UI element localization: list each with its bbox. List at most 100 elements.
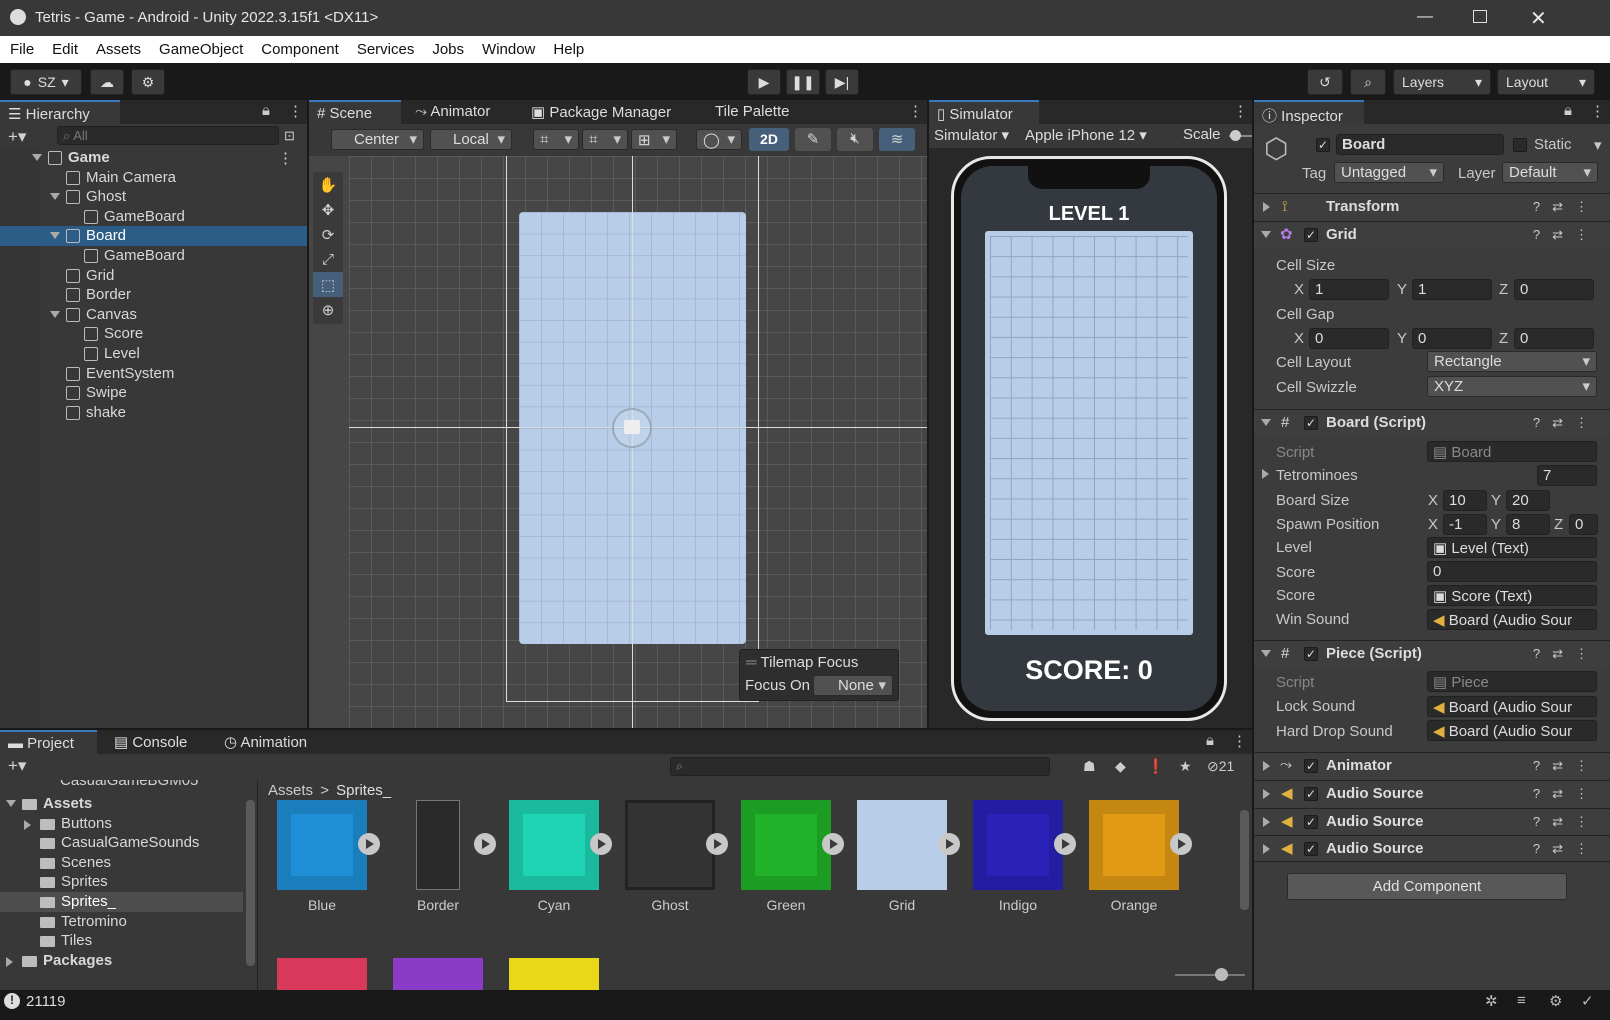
component-icons[interactable]: ?⇄⋮ [1533, 227, 1600, 243]
transform-component-header[interactable]: ⟟ Transform ?⇄⋮ [1254, 193, 1610, 220]
device-dropdown[interactable]: Apple iPhone 12 ▾ [1025, 126, 1147, 144]
tetrominoes-label[interactable]: Tetrominoes [1276, 467, 1358, 484]
menu-jobs[interactable]: Jobs [422, 36, 472, 58]
layers-dropdown[interactable]: Layers ▾ [1393, 69, 1491, 95]
animator-component-header[interactable]: ⤳ ✓ Animator ?⇄⋮ [1254, 752, 1610, 779]
account-button[interactable]: ● SZ ▾ [10, 69, 82, 95]
project-folder-item[interactable]: Packages [0, 951, 243, 971]
spawn-x-field[interactable]: -1 [1443, 514, 1487, 535]
cell-size-z-field[interactable]: 0 [1514, 279, 1594, 300]
hierarchy-item[interactable]: shake [0, 403, 307, 423]
piece-script-header[interactable]: # ✓ Piece (Script) ?⇄⋮ [1254, 640, 1610, 667]
board-size-x-field[interactable]: 10 [1443, 490, 1487, 511]
tab-package-manager[interactable]: ▣ Package Manager [523, 100, 679, 124]
project-search-input[interactable]: ⌕ [670, 757, 1050, 776]
scene-search-icon[interactable]: ⊡ [284, 128, 295, 144]
cell-gap-y-field[interactable]: 0 [1412, 328, 1492, 349]
level-object-field[interactable]: ▣ Level (Text) [1427, 537, 1597, 558]
grid-component-header[interactable]: ✿ ✓ Grid ?⇄⋮ [1254, 221, 1610, 248]
hierarchy-item[interactable]: Ghost [0, 187, 307, 207]
audio-source-3-checkbox[interactable]: ✓ [1304, 842, 1318, 856]
menu-services[interactable]: Services [347, 36, 423, 58]
device-screen[interactable]: LEVEL 1 SCORE: 0 [961, 166, 1217, 711]
scale-tool-icon[interactable]: ⤢ [313, 247, 343, 272]
effects-toggle[interactable]: ≋ [879, 128, 915, 151]
simulator-mode-dropdown[interactable]: Simulator ▾ [934, 126, 1009, 144]
scale-slider-thumb[interactable] [1230, 130, 1241, 141]
minimize-icon[interactable]: — [1417, 8, 1433, 26]
hand-tool-icon[interactable]: ✋ [313, 172, 343, 197]
tab-animator[interactable]: ⤳ Animator [407, 100, 498, 124]
asset-item[interactable]: Green [736, 800, 844, 913]
lighting-toggle[interactable]: ✎ [795, 128, 831, 151]
add-object-button[interactable]: +▾ [8, 127, 26, 147]
board-size-y-field[interactable]: 20 [1506, 490, 1550, 511]
cell-size-x-field[interactable]: 1 [1309, 279, 1389, 300]
project-folder-item[interactable]: Tetromino [0, 912, 243, 932]
menu-assets[interactable]: Assets [86, 36, 149, 58]
play-icon[interactable] [1054, 833, 1076, 855]
rotate-tool-icon[interactable]: ⟳ [313, 222, 343, 247]
static-checkbox[interactable] [1513, 138, 1527, 152]
tab-animation[interactable]: ◷ Animation [216, 730, 315, 754]
tab-simulator[interactable]: ▯ Simulator [929, 100, 1039, 124]
cache-icon[interactable]: ≡ [1517, 992, 1526, 1009]
expand-arrow-icon[interactable] [50, 310, 60, 318]
board-script-header[interactable]: # ✓ Board (Script) ?⇄⋮ [1254, 409, 1610, 436]
tab-scene[interactable]: # Scene [309, 100, 401, 124]
tab-inspector[interactable]: ⓘ Inspector [1254, 100, 1364, 125]
icon-size-slider-thumb[interactable] [1215, 968, 1228, 981]
audio-source-2-header[interactable]: ◀ ✓ Audio Source ?⇄⋮ [1254, 808, 1610, 835]
component-icons[interactable]: ?⇄⋮ [1533, 758, 1600, 774]
animator-enabled-checkbox[interactable]: ✓ [1304, 759, 1318, 773]
tab-tile-palette[interactable]: Tile Palette [707, 100, 797, 124]
cloud-button[interactable]: ☁ [90, 69, 124, 95]
cell-swizzle-dropdown[interactable]: XYZ [1427, 376, 1597, 397]
menu-gameobject[interactable]: GameObject [149, 36, 251, 58]
component-icons[interactable]: ?⇄⋮ [1533, 199, 1600, 215]
hierarchy-item[interactable]: Canvas [0, 305, 307, 325]
shading-dropdown[interactable]: ◯ [696, 129, 742, 150]
expand-arrow-icon[interactable] [32, 154, 42, 161]
search-button[interactable]: ⌕ [1350, 69, 1386, 95]
menu-edit[interactable]: Edit [42, 36, 86, 58]
lock-sound-object-field[interactable]: ◀ Board (Audio Sour [1427, 696, 1597, 717]
transform-tool-icon[interactable]: ⊕ [313, 297, 343, 322]
cell-layout-dropdown[interactable]: Rectangle [1427, 351, 1597, 372]
menu-window[interactable]: Window [472, 36, 543, 58]
expand-arrow-icon[interactable] [50, 232, 60, 240]
menu-help[interactable]: Help [543, 36, 592, 58]
snap-increment-dropdown[interactable]: ⌗ [582, 129, 628, 150]
board-script-enabled-checkbox[interactable]: ✓ [1304, 416, 1318, 430]
hidden-packages-toggle[interactable]: ⊘21 [1207, 758, 1234, 775]
hierarchy-search-input[interactable]: ⌕ All [57, 126, 279, 145]
project-folder-item[interactable]: Sprites_ [0, 892, 243, 912]
history-button[interactable]: ↺ [1307, 69, 1343, 95]
hierarchy-item[interactable]: Swipe [0, 383, 307, 403]
focus-on-dropdown[interactable]: None [813, 675, 893, 696]
kebab-icon[interactable]: ⋮ [278, 149, 293, 167]
project-folder-item[interactable]: Buttons [0, 814, 243, 834]
audio-source-3-header[interactable]: ◀ ✓ Audio Source ?⇄⋮ [1254, 835, 1610, 862]
tab-console[interactable]: ▤ Console [106, 730, 195, 754]
bug-icon[interactable]: ⚙ [1549, 992, 1562, 1010]
audio-source-1-header[interactable]: ◀ ✓ Audio Source ?⇄⋮ [1254, 780, 1610, 807]
grid-snap-dropdown[interactable]: ⌗ [533, 129, 579, 150]
asset-item[interactable]: Orange [1084, 800, 1192, 913]
project-folder-item[interactable]: Sprites [0, 872, 243, 892]
tetrominoes-size-field[interactable]: 7 [1537, 465, 1597, 486]
sprite-thumbnail[interactable] [509, 958, 599, 990]
lock-icon[interactable]: 🔒︎ [262, 102, 270, 119]
audio-source-2-checkbox[interactable]: ✓ [1304, 815, 1318, 829]
drag-handle-icon[interactable]: ═ [746, 654, 761, 671]
asset-item[interactable]: Grid [852, 800, 960, 913]
close-icon[interactable]: ✕ [1530, 6, 1547, 31]
asset-item[interactable]: Border [388, 800, 496, 913]
toggle-2d-button[interactable]: 2D [749, 128, 789, 151]
static-dropdown-arrow[interactable]: ▾ [1594, 136, 1602, 154]
component-icons[interactable]: ?⇄⋮ [1533, 415, 1600, 431]
ruler-dropdown[interactable]: ⊞ [631, 129, 677, 150]
breadcrumb-assets[interactable]: Assets [268, 782, 313, 799]
hierarchy-item[interactable]: Score [0, 324, 307, 344]
hierarchy-item[interactable]: Grid [0, 266, 307, 286]
